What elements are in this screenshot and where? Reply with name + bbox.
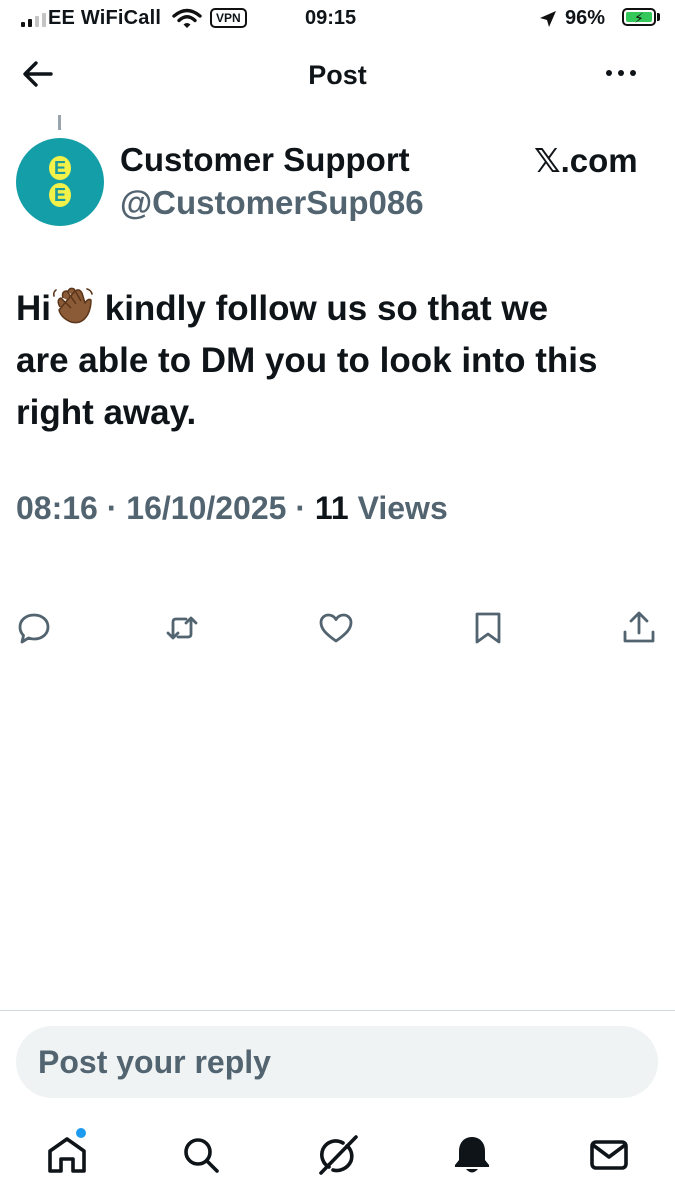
- views-label[interactable]: Views: [358, 490, 448, 526]
- notifications-icon[interactable]: [451, 1134, 493, 1176]
- header: Post: [0, 40, 675, 112]
- battery-charging-icon: ⚡: [622, 8, 656, 26]
- meta-separator: ·: [295, 490, 315, 526]
- wifi-icon: [172, 8, 202, 28]
- reply-divider: [0, 1010, 675, 1011]
- status-time: 09:15: [305, 7, 357, 29]
- search-icon[interactable]: [180, 1134, 222, 1176]
- post-text-line: Hi kindly follow us so that we: [16, 283, 666, 335]
- waving-hand-emoji: [52, 287, 93, 324]
- home-icon[interactable]: [46, 1134, 88, 1176]
- author-display-name[interactable]: Customer Support: [120, 141, 410, 179]
- page-title: Post: [308, 60, 367, 90]
- avatar[interactable]: E E: [16, 138, 104, 226]
- views-count[interactable]: 11: [315, 490, 349, 526]
- status-bar: EE WiFiCall VPN 09:15 96% ⚡: [0, 0, 675, 38]
- post-time[interactable]: 08:16: [16, 490, 98, 526]
- post-text-segment: kindly follow us so that we: [95, 289, 549, 328]
- thread-connector-line: [58, 115, 61, 130]
- carrier-label: EE WiFiCall: [48, 7, 162, 29]
- grok-icon[interactable]: [316, 1134, 358, 1176]
- reply-input[interactable]: [16, 1026, 658, 1098]
- vpn-badge: VPN: [210, 8, 247, 28]
- reply-icon[interactable]: [16, 610, 52, 646]
- signal-strength-icon: [21, 11, 46, 27]
- meta-separator: ·: [106, 490, 127, 526]
- post-source-label: 𝕏.com: [534, 142, 638, 179]
- home-notification-dot: [76, 1128, 86, 1138]
- battery-percentage: 96%: [565, 7, 606, 29]
- like-icon[interactable]: [318, 610, 354, 646]
- post-text: Hi kindly follow us so that we are able …: [16, 283, 666, 439]
- avatar-letter: E: [49, 156, 71, 180]
- repost-icon[interactable]: [164, 610, 200, 646]
- post-text-line: are able to DM you to look into this: [16, 341, 598, 380]
- post-date[interactable]: 16/10/2025: [126, 490, 286, 526]
- location-arrow-icon: [540, 11, 556, 27]
- messages-icon[interactable]: [588, 1134, 630, 1176]
- more-options-icon[interactable]: [606, 70, 636, 76]
- author-handle[interactable]: @CustomerSup086: [120, 184, 424, 222]
- post-detail-screen: EE WiFiCall VPN 09:15 96% ⚡ Post E E Cus…: [0, 0, 675, 1200]
- share-icon[interactable]: [621, 610, 657, 646]
- bookmark-icon[interactable]: [470, 610, 506, 646]
- post-text-line: right away.: [16, 393, 197, 432]
- post-meta: 08:16 · 16/10/2025 · 11 Views: [16, 490, 448, 527]
- battery-cap: [657, 13, 660, 21]
- avatar-letter: E: [49, 183, 71, 207]
- post-text-segment: Hi: [16, 289, 51, 328]
